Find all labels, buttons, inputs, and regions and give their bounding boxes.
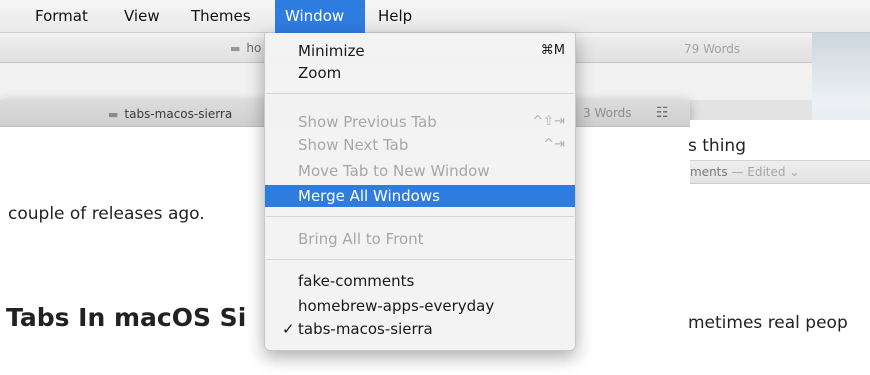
menu-item-label: Merge All Windows — [298, 187, 440, 205]
menu-fragment — [0, 0, 8, 33]
menu-item-merge-all-windows[interactable]: Merge All Windows — [265, 185, 575, 207]
window-menu-dropdown: Minimize ⌘M Zoom Show Previous Tab ^⇧⇥ S… — [264, 33, 576, 351]
shortcut-label: ⌘M — [540, 43, 565, 58]
menu-item-bring-all-to-front[interactable]: Bring All to Front — [265, 228, 575, 250]
menu-item-label: tabs-macos-sierra — [298, 320, 433, 338]
main-window-word-count: 3 Words — [583, 106, 632, 120]
menu-window[interactable]: Window — [275, 0, 365, 33]
tab-tabs-macos-sierra[interactable]: ▬ tabs-macos-sierra — [108, 107, 232, 121]
menu-item-label: homebrew-apps-everyday — [298, 297, 495, 315]
menu-item-label: Move Tab to New Window — [298, 162, 490, 180]
right-window-title-bar[interactable]: ments — Edited ⌄ — [690, 160, 870, 184]
menu-item-show-next-tab[interactable]: Show Next Tab ^⇥ — [265, 134, 575, 156]
menu-item-tabs-macos-sierra[interactable]: ✓ tabs-macos-sierra — [265, 318, 575, 340]
menu-separator — [266, 259, 574, 260]
editor-heading: Tabs In macOS Si — [6, 303, 247, 332]
back-window-title-text: ho — [246, 41, 262, 55]
document-icon: ▬ — [230, 42, 241, 55]
menu-item-zoom[interactable]: Zoom — [265, 62, 575, 84]
back-window-title: ▬ ho — [230, 41, 261, 55]
back-window-word-count: 79 Words — [684, 42, 741, 56]
menu-item-label: Zoom — [298, 64, 342, 82]
edited-indicator[interactable]: — Edited ⌄ — [728, 165, 799, 179]
shortcut-label: ^⇥ — [543, 137, 565, 152]
menu-item-label: Show Next Tab — [298, 136, 409, 154]
right-window: s thing ments — Edited ⌄ metimes real pe… — [688, 120, 870, 375]
menu-separator — [266, 216, 574, 217]
menu-item-show-previous-tab[interactable]: Show Previous Tab ^⇧⇥ — [265, 111, 575, 133]
menu-bar: Format View Themes Window Help — [0, 0, 870, 33]
menu-themes[interactable]: Themes — [191, 0, 251, 33]
right-window-text-line: s thing — [688, 136, 746, 156]
list-icon[interactable]: ☷ — [656, 105, 669, 121]
menu-item-homebrew-apps-everyday[interactable]: homebrew-apps-everyday — [265, 295, 575, 317]
menu-item-fake-comments[interactable]: fake-comments — [265, 270, 575, 292]
menu-format[interactable]: Format — [35, 0, 88, 33]
right-window-text-line: metimes real peop — [688, 313, 848, 333]
checkmark-icon: ✓ — [282, 320, 295, 338]
menu-item-label: Show Previous Tab — [298, 113, 437, 131]
right-window-title: ments — Edited ⌄ — [690, 165, 799, 179]
right-window-title-text: ments — [690, 165, 728, 179]
editor-paragraph: couple of releases ago. — [8, 204, 205, 224]
shortcut-label: ^⇧⇥ — [532, 114, 565, 129]
menu-item-label: fake-comments — [298, 272, 415, 290]
menu-view[interactable]: View — [124, 0, 160, 33]
menu-item-label: Bring All to Front — [298, 230, 424, 248]
menu-help[interactable]: Help — [378, 0, 412, 33]
menu-item-move-tab-to-new-window[interactable]: Move Tab to New Window — [265, 160, 575, 182]
tab-title-text: tabs-macos-sierra — [124, 107, 233, 121]
menu-item-minimize[interactable]: Minimize ⌘M — [265, 40, 575, 62]
menu-separator — [266, 93, 574, 94]
document-icon: ▬ — [108, 108, 119, 121]
menu-item-label: Minimize — [298, 42, 365, 60]
